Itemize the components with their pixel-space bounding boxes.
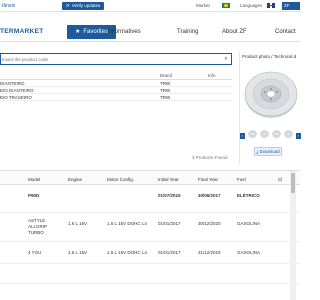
table-row[interactable]: ASTYLE ALLGRIP TURBO 1.6 L 16V 1.6 L 16V…: [0, 213, 300, 242]
col-info: Info: [208, 73, 216, 78]
nav-about[interactable]: About ZF: [222, 29, 247, 35]
photo-panel-title: Product photo / Technical d: [242, 54, 297, 59]
vertical-scrollbar[interactable]: [290, 171, 296, 300]
vehicles-header: Model Engine Motor Config. Initial Year …: [0, 170, 300, 185]
col-fuel: Fuel: [237, 177, 246, 182]
next-thumb-icon[interactable]: ›: [296, 133, 301, 139]
vehicle-fuel: GASOLINA: [237, 221, 261, 226]
col-final-year: Final Year: [198, 177, 219, 182]
uk-flag-icon[interactable]: [267, 3, 275, 8]
vehicle-engine: 1.6 L 16V: [68, 250, 88, 255]
top-bar: tâneis ⟳ Verify updates Market Languages …: [0, 0, 300, 12]
products-table: Brand Info DIANTEIRO TRW EIO DIANTEIRO T…: [0, 72, 232, 101]
market-label: Market: [196, 3, 210, 8]
product-brand: TRW: [160, 81, 171, 86]
products-header: Brand Info: [0, 72, 232, 80]
vehicle-final-year: 31/12/2019: [198, 250, 221, 255]
download-icon: ⤓: [256, 149, 259, 154]
vehicle-model-line2: ALLGRIP: [28, 224, 48, 229]
main-navbar: TERMARKET ★ Favorites Informatives Traini…: [0, 22, 300, 42]
download-label: Download: [259, 149, 280, 154]
nav-contact[interactable]: Contact: [275, 29, 296, 35]
col-model: Model: [28, 177, 41, 182]
brand-logo[interactable]: TERMARKET: [0, 28, 44, 35]
vehicle-initial-year: 01/01/2017: [158, 221, 181, 226]
vehicle-fuel: ELÉTRICO: [237, 193, 260, 198]
product-name: EIO TRASEIRO: [0, 95, 32, 100]
vehicle-model: P90D: [28, 193, 40, 198]
product-brand: TRW: [160, 95, 171, 100]
product-brand: TRW: [160, 88, 171, 93]
col-cl: Cl: [278, 177, 283, 182]
vehicles-table: Model Engine Motor Config. Initial Year …: [0, 170, 300, 284]
vehicle-final-year: 30/06/2017: [198, 193, 221, 198]
vehicle-fuel: GASOLINA: [237, 250, 261, 255]
vehicle-model-line3: TURBO: [28, 230, 44, 235]
col-engine: Engine: [68, 177, 83, 182]
product-search: ⌕: [0, 53, 232, 65]
vehicle-motor-config: 1.6 L 16V DOHC L4: [107, 221, 147, 226]
brazil-flag-icon[interactable]: [222, 3, 230, 8]
brake-disc-image[interactable]: [242, 64, 300, 124]
thumbnail[interactable]: [272, 130, 281, 140]
favorites-label: Favorites: [83, 29, 109, 35]
product-name: EIO DIANTEIRO: [0, 88, 34, 93]
site-link[interactable]: tâneis: [2, 3, 15, 9]
table-row[interactable]: EIO DIANTEIRO TRW: [0, 87, 232, 94]
table-row[interactable]: DIANTEIRO TRW: [0, 80, 232, 87]
products-found-count: 3 Products Found: [192, 155, 228, 160]
thumbnail-strip: [242, 130, 302, 142]
product-photo-panel: Product photo / Technical d ‹ › ⤓ Downlo…: [239, 52, 302, 164]
verify-updates-button[interactable]: ⟳ Verify updates: [62, 2, 105, 10]
table-row[interactable]: [0, 264, 300, 284]
product-name: DIANTEIRO: [0, 81, 25, 86]
vehicle-initial-year: 01/07/2015: [158, 193, 181, 198]
col-initial-year: Initial Year: [158, 177, 179, 182]
refresh-icon: ⟳: [66, 3, 70, 8]
download-button[interactable]: ⤓ Download: [254, 147, 282, 156]
table-row[interactable]: 4 YOU 1.6 L 16V 1.6 L 16V DOHC L4 01/01/…: [0, 242, 300, 264]
table-row[interactable]: P90D 01/07/2015 30/06/2017 ELÉTRICO: [0, 185, 300, 213]
thumbnail[interactable]: [248, 130, 257, 140]
vehicle-motor-config: 1.6 L 16V DOHC L4: [107, 250, 147, 255]
col-motor-config: Motor Config.: [107, 177, 135, 182]
search-icon[interactable]: ⌕: [221, 54, 231, 64]
vehicle-model: 4 YOU: [28, 250, 42, 255]
vehicle-initial-year: 01/01/2017: [158, 250, 181, 255]
table-row[interactable]: EIO TRASEIRO TRW: [0, 94, 232, 101]
vehicle-model: ASTYLE: [28, 218, 46, 223]
thumbnail[interactable]: [284, 130, 293, 140]
languages-label: Languages: [240, 3, 263, 8]
verify-updates-label: Verify updates: [71, 3, 101, 8]
user-chip[interactable]: ZF: [282, 2, 300, 10]
nav-informatives[interactable]: Informatives: [108, 29, 141, 35]
vehicle-engine: 1.6 L 16V: [68, 221, 88, 226]
star-icon: ★: [75, 29, 81, 35]
nav-training[interactable]: Training: [177, 29, 198, 35]
vehicle-final-year: 30/12/2020: [198, 221, 221, 226]
col-brand: Brand: [160, 73, 173, 78]
thumbnail[interactable]: [260, 130, 269, 140]
product-code-input[interactable]: [1, 54, 217, 64]
